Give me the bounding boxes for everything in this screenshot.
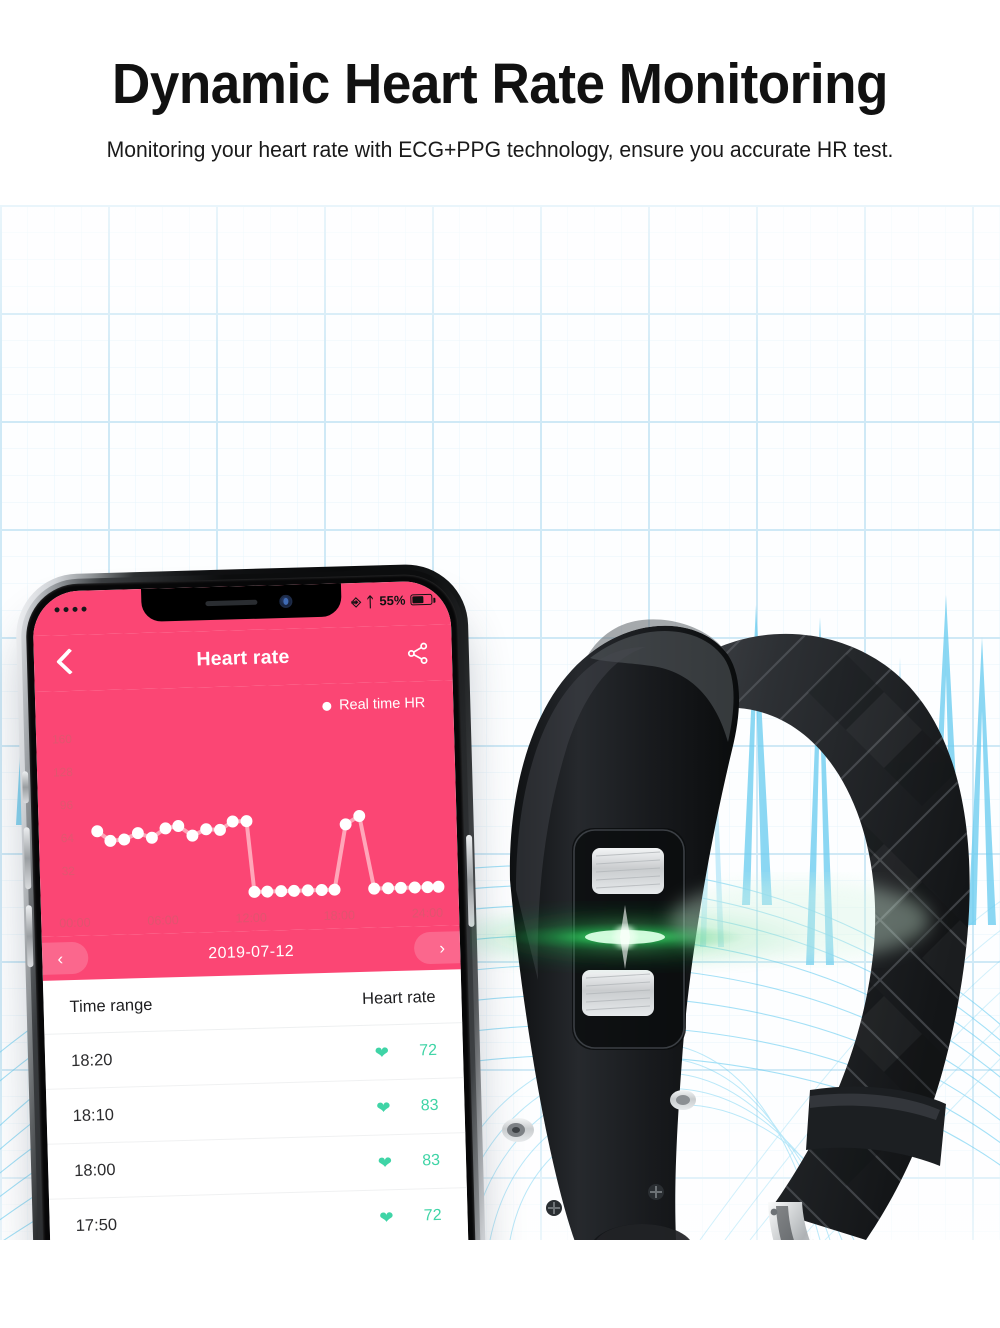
xtick-3: 18:00 [323,908,356,923]
row-time: 18:20 [70,1050,113,1070]
page-header: Dynamic Heart Rate Monitoring Monitoring… [0,0,1000,205]
bottom-whitespace [0,1240,1000,1328]
row-time: 17:50 [75,1215,118,1235]
heart-icon: ❤ [377,1152,393,1173]
phone-mockup: ⎆ ᛏ 55% Heart rate Real time HR 160 128 … [6,551,500,1240]
mute-switch[interactable] [22,771,29,804]
status-bar-right: ⎆ ᛏ 55% [351,592,433,610]
page-subtitle: Monitoring your heart rate with ECG+PPG … [106,136,894,162]
phone-frame: ⎆ ᛏ 55% Heart rate Real time HR 160 128 … [14,562,490,1240]
battery-icon [410,593,433,606]
front-camera-icon [278,594,293,609]
legend-label: Real time HR [338,695,426,714]
earpiece-speaker [204,599,257,607]
row-bpm: 83 [420,1096,439,1115]
heart-icon: ❤ [376,1097,391,1118]
page-title: Dynamic Heart Rate Monitoring [112,52,888,116]
column-time-range: Time range [69,995,153,1017]
ytick-32: 32 [62,864,76,878]
hr-data-points [91,809,445,898]
bluetooth-icon: ᛏ [365,592,375,610]
row-bpm: 72 [418,1041,438,1060]
ytick-160: 160 [52,732,73,747]
ytick-96: 96 [60,798,74,812]
heart-rate-table: Time range Heart rate 18:20 ❤ 72 18:10 ❤ [42,969,473,1240]
current-date-label: 2019-07-12 [208,942,295,963]
heart-rate-chart-panel: Real time HR 160 128 96 64 32 00:00 06:0… [34,680,460,937]
xtick-0: 00:00 [59,915,91,931]
battery-percent-label: 55% [379,592,406,609]
heart-icon: ❤ [374,1042,390,1063]
xtick-2: 12:00 [235,910,268,926]
ytick-128: 128 [53,765,74,780]
xtick-1: 06:00 [147,913,179,928]
back-button[interactable] [56,648,74,676]
row-time: 18:00 [73,1160,116,1180]
share-icon[interactable] [406,641,431,666]
row-bpm: 72 [423,1206,442,1225]
ytick-64: 64 [61,831,75,845]
product-scene: ⎆ ᛏ 55% Heart rate Real time HR 160 128 … [0,205,1000,1240]
row-bpm: 83 [422,1151,441,1170]
smartwatch-product-image [470,450,1000,1240]
phone-screen: ⎆ ᛏ 55% Heart rate Real time HR 160 128 … [32,580,473,1240]
xtick-4: 24:00 [411,905,444,921]
column-heart-rate: Heart rate [361,987,436,1008]
signal-dots-icon [54,606,87,613]
app-title: Heart rate [196,645,290,670]
chevron-right-icon: › [439,938,446,958]
heart-icon: ❤ [379,1207,394,1228]
legend-dot-marker [321,701,332,711]
prev-day-button[interactable]: ‹ [32,941,89,976]
row-time: 18:10 [72,1105,115,1125]
heart-rate-line-chart: 160 128 96 64 32 [46,717,447,913]
rotation-lock-icon: ⎆ [351,594,362,609]
chevron-left-icon: ‹ [57,948,64,968]
next-day-button[interactable]: › [413,930,471,965]
notch [140,583,342,622]
